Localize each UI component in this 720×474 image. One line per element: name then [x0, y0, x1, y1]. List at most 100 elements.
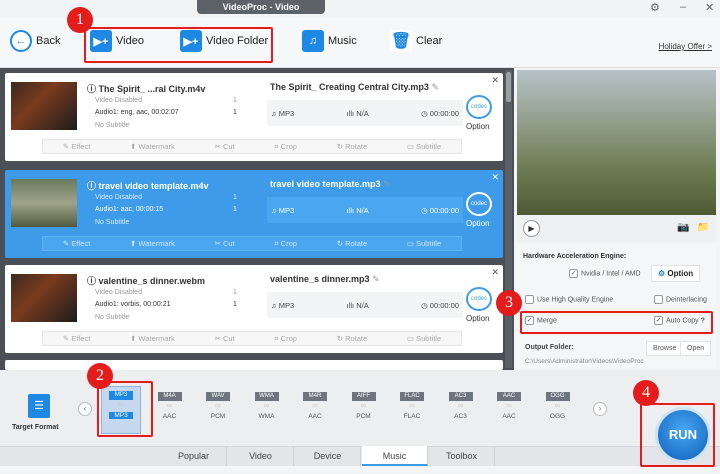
- tool-rotate-button[interactable]: ↻ Rotate: [337, 142, 367, 151]
- format-wma[interactable]: WMA ∞ WMA: [251, 392, 283, 432]
- video-track-count: 1: [233, 289, 237, 296]
- format-prev-arrow[interactable]: ‹: [78, 402, 92, 416]
- source-filename: ⓘ travel video template.m4v: [87, 179, 209, 192]
- file-row[interactable]: ⓘ valentine_s dinner.webm Video Disabled…: [5, 265, 503, 353]
- tab-video[interactable]: Video: [228, 446, 294, 466]
- hw-accel-checkbox[interactable]: ✓ Nvidia / Intel / AMD: [569, 269, 641, 278]
- edit-pencil-icon[interactable]: ✎: [383, 179, 391, 189]
- audio-file-icon: ∞: [554, 401, 561, 410]
- minimize-button[interactable]: –: [680, 1, 686, 13]
- tool-cut-button[interactable]: ✂ Cut: [215, 239, 235, 248]
- back-arrow-icon: ←: [10, 30, 32, 52]
- format-aiff[interactable]: AIFF ∞ PCM: [348, 392, 380, 432]
- tool-cut-button[interactable]: ✂ Cut: [215, 142, 235, 151]
- tool-crop-button[interactable]: ⌗ Crop: [274, 239, 297, 249]
- output-filename[interactable]: The Spirit_ Creating Central City.mp3 ✎: [270, 82, 439, 93]
- hw-option-button[interactable]: ⚙ Option: [651, 265, 701, 282]
- subtitle-info: No Subtitle: [95, 122, 130, 129]
- remove-file-icon[interactable]: ✕: [491, 75, 499, 86]
- tool-cut-button[interactable]: ✂ Cut: [215, 334, 235, 343]
- scrollbar[interactable]: [505, 70, 512, 368]
- format-container-label: WMA: [254, 392, 279, 401]
- file-row[interactable]: ⓘ The Spirit_ ...ral City.m4v Video Disa…: [5, 73, 503, 161]
- open-button[interactable]: Open: [680, 341, 712, 356]
- source-filename: ⓘ The Spirit_ ...ral City.m4v: [87, 82, 205, 95]
- audio-track-select[interactable]: Audio1: eng, aac, 00:02:07: [95, 109, 179, 116]
- subtitle-icon: ▭: [406, 239, 417, 248]
- file-row-partial[interactable]: [5, 360, 503, 370]
- tool-watermark-button[interactable]: ⬆ Watermark: [130, 142, 175, 151]
- close-button[interactable]: ✕: [705, 1, 714, 14]
- format-codec-label: AAC: [162, 413, 177, 420]
- high-quality-checkbox[interactable]: Use High Quality Engine: [525, 295, 613, 304]
- snapshot-camera-icon[interactable]: 📷: [677, 222, 689, 233]
- codec-gear-icon[interactable]: codec: [466, 95, 492, 119]
- back-button[interactable]: ← Back: [10, 30, 60, 52]
- audio-track-select[interactable]: Audio1: vorbis, 00:00:21: [95, 301, 171, 308]
- tab-toolbox[interactable]: Toolbox: [429, 446, 495, 466]
- info-icon[interactable]: ⓘ: [87, 84, 99, 94]
- audio-track-count: 1: [233, 109, 237, 116]
- browse-button[interactable]: Browse: [646, 341, 684, 356]
- format-ogg[interactable]: OGG ∞ OGG: [542, 392, 574, 432]
- holiday-offer-link[interactable]: Holiday Offer >: [659, 42, 712, 51]
- tool-watermark-button[interactable]: ⬆ Watermark: [130, 239, 175, 248]
- format-next-arrow[interactable]: ›: [593, 402, 607, 416]
- audio-track-select[interactable]: Audio1: aac, 00:00:15: [95, 206, 163, 213]
- tab-popular[interactable]: Popular: [161, 446, 227, 466]
- format-m4a[interactable]: M4A ∞ AAC: [154, 392, 186, 432]
- tool-subtitle-button[interactable]: ▭ Subtitle: [407, 142, 441, 151]
- tool-crop-button[interactable]: ⌗ Crop: [274, 334, 297, 344]
- tab-music[interactable]: Music: [362, 446, 428, 466]
- tool-rotate-button[interactable]: ↻ Rotate: [337, 334, 367, 343]
- format-codec-label: AC3: [454, 413, 467, 420]
- output-filename[interactable]: travel video template.mp3 ✎: [270, 179, 391, 190]
- clear-button[interactable]: 🗑 Clear: [390, 30, 442, 52]
- tool-crop-button[interactable]: ⌗ Crop: [274, 142, 297, 152]
- tab-device[interactable]: Device: [295, 446, 361, 466]
- annotation-badge-2: 2: [87, 363, 113, 389]
- tool-rotate-button[interactable]: ↻ Rotate: [337, 239, 367, 248]
- codec-option-label[interactable]: Option: [466, 314, 490, 323]
- format-flac[interactable]: FLAC ∞ FLAC: [396, 392, 428, 432]
- window-title: VideoProc - Video: [197, 0, 325, 14]
- output-filename[interactable]: valentine_s dinner.mp3 ✎: [270, 274, 380, 285]
- audio-track-count: 1: [233, 301, 237, 308]
- info-icon[interactable]: ⓘ: [87, 276, 99, 286]
- edit-pencil-icon[interactable]: ✎: [431, 82, 439, 92]
- settings-gear-icon[interactable]: ⚙: [650, 1, 660, 14]
- output-info: ♫ MP3 ıllı N/A ◷ 00:00:00: [267, 197, 463, 223]
- remove-file-icon[interactable]: ✕: [491, 172, 499, 183]
- play-icon[interactable]: ▶: [523, 220, 540, 237]
- tool-subtitle-button[interactable]: ▭ Subtitle: [407, 334, 441, 343]
- video-thumbnail: [11, 82, 77, 130]
- tool-effect-button[interactable]: ✎ Effect: [63, 239, 90, 248]
- remove-file-icon[interactable]: ✕: [491, 267, 499, 278]
- file-row[interactable]: ⓘ travel video template.m4v Video Disabl…: [5, 170, 503, 258]
- info-icon[interactable]: ⓘ: [87, 181, 99, 191]
- format-ac3[interactable]: AC3 ∞ AC3: [445, 392, 477, 432]
- codec-gear-icon[interactable]: codec: [466, 287, 492, 311]
- video-thumbnail: [11, 274, 77, 322]
- source-name: The Spirit_ ...ral City.m4v: [98, 84, 206, 94]
- checkbox-box: [525, 295, 534, 304]
- format-wav[interactable]: WAV ∞ PCM: [202, 392, 234, 432]
- format-aac[interactable]: AAC ∞ AAC: [493, 392, 525, 432]
- tool-effect-button[interactable]: ✎ Effect: [63, 334, 90, 343]
- trash-icon: 🗑: [390, 30, 412, 52]
- output-name: The Spirit_ Creating Central City.mp3: [270, 82, 429, 92]
- add-music-button[interactable]: ♫ Music: [302, 30, 357, 52]
- scrollbar-thumb[interactable]: [506, 72, 511, 102]
- tool-effect-button[interactable]: ✎ Effect: [63, 142, 90, 151]
- format-m4r[interactable]: M4R ∞ AAC: [299, 392, 331, 432]
- tool-subtitle-button[interactable]: ▭ Subtitle: [407, 239, 441, 248]
- deinterlacing-checkbox[interactable]: Deinterlacing: [654, 295, 707, 304]
- codec-option-label[interactable]: Option: [466, 122, 490, 131]
- open-folder-icon[interactable]: 📁: [697, 222, 709, 233]
- codec-gear-icon[interactable]: codec: [466, 192, 492, 216]
- codec-option-label[interactable]: Option: [466, 219, 490, 228]
- edit-pencil-icon[interactable]: ✎: [372, 274, 380, 284]
- tool-watermark-button[interactable]: ⬆ Watermark: [130, 334, 175, 343]
- format-container-label: AAC: [497, 392, 521, 401]
- cut-icon: ✂: [214, 142, 223, 151]
